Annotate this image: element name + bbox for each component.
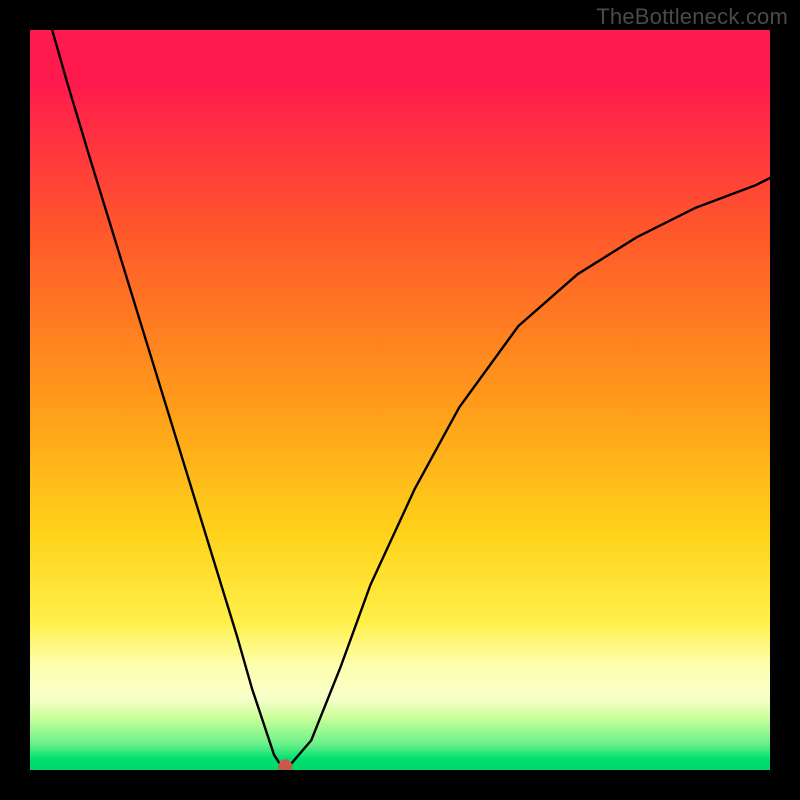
bottleneck-chart — [0, 0, 800, 800]
chart-background — [30, 30, 770, 770]
chart-frame: TheBottleneck.com — [0, 0, 800, 800]
chart-border — [0, 0, 30, 800]
chart-border — [770, 0, 800, 800]
chart-border — [0, 770, 800, 800]
watermark-text: TheBottleneck.com — [596, 4, 788, 30]
